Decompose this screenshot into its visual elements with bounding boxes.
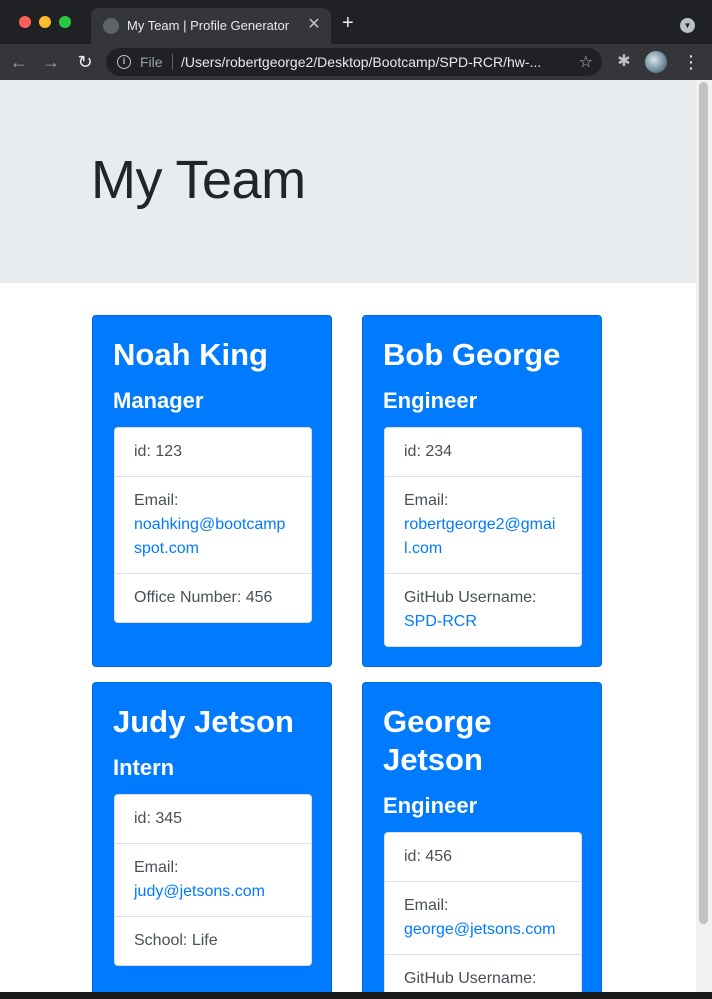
- employee-email-item: Email: george@jetsons.com: [385, 882, 581, 955]
- employee-details-list: id: 456 Email: george@jetsons.com GitHub…: [384, 832, 582, 992]
- github-label: GitHub Username:: [404, 589, 537, 606]
- email-link[interactable]: robertgeorge2@gmail.com: [404, 516, 555, 557]
- github-item: GitHub Username: SPD-RCR: [385, 574, 581, 646]
- url-text[interactable]: /Users/robertgeorge2/Desktop/Bootcamp/SP…: [181, 54, 561, 70]
- employee-role: Intern: [113, 755, 175, 780]
- page-viewport: My Team Noah King Manager id: 123 Email:…: [0, 80, 696, 992]
- employee-card: Bob George Engineer id: 234 Email: rober…: [362, 315, 602, 667]
- employee-id: id: 123: [115, 428, 311, 477]
- employee-name: George Jetson: [383, 704, 492, 777]
- browser-toolbar: ← → ↻ i File /Users/robertgeorge2/Deskto…: [0, 44, 712, 80]
- employee-id: id: 345: [115, 795, 311, 844]
- minimize-window-button[interactable]: [39, 16, 51, 28]
- email-label: Email:: [134, 492, 179, 509]
- employee-details-list: id: 345 Email: judy@jetsons.com School: …: [114, 794, 312, 966]
- page-scrollbar[interactable]: [696, 80, 712, 992]
- email-label: Email:: [404, 897, 449, 914]
- forward-button[interactable]: →: [40, 51, 62, 73]
- email-label: Email:: [134, 859, 179, 876]
- info-icon[interactable]: i: [117, 55, 131, 69]
- github-link[interactable]: SPD-RCR: [404, 613, 477, 630]
- scrollbar-thumb[interactable]: [699, 82, 708, 924]
- employee-role: Manager: [113, 388, 204, 413]
- employee-role: Engineer: [383, 388, 478, 413]
- tab-search-icon[interactable]: ▼: [680, 18, 695, 33]
- office-number: Office Number: 456: [134, 589, 273, 606]
- close-window-button[interactable]: [19, 16, 31, 28]
- employee-email-item: Email: robertgeorge2@gmail.com: [385, 477, 581, 574]
- employee-card: Judy Jetson Intern id: 345 Email: judy@j…: [92, 682, 332, 992]
- email-label: Email:: [404, 492, 449, 509]
- browser-menu-icon[interactable]: ⋮: [682, 51, 700, 73]
- new-tab-button[interactable]: +: [342, 13, 354, 33]
- profile-avatar[interactable]: [645, 51, 667, 73]
- extensions-puzzle-icon[interactable]: ✱: [614, 52, 634, 72]
- page-title: My Team: [91, 150, 306, 210]
- url-scheme: File: [140, 54, 163, 70]
- window-bottom-edge: [0, 992, 712, 999]
- employee-details-list: id: 123 Email: noahking@bootcampspot.com…: [114, 427, 312, 623]
- github-item: GitHub Username:: [385, 955, 581, 992]
- employee-card: Noah King Manager id: 123 Email: noahkin…: [92, 315, 332, 667]
- employee-id: id: 456: [385, 833, 581, 882]
- address-bar[interactable]: i File /Users/robertgeorge2/Desktop/Boot…: [106, 48, 602, 76]
- tab-title: My Team | Profile Generator: [127, 18, 290, 33]
- employee-email-item: Email: noahking@bootcampspot.com: [115, 477, 311, 574]
- employee-name: Judy Jetson: [113, 704, 294, 739]
- tab-bar: My Team | Profile Generator ✕ + ▼: [0, 0, 712, 44]
- fullscreen-window-button[interactable]: [59, 16, 71, 28]
- employee-name: Noah King: [113, 337, 268, 372]
- email-link[interactable]: noahking@bootcampspot.com: [134, 516, 285, 557]
- employee-card: George Jetson Engineer id: 456 Email: ge…: [362, 682, 602, 992]
- employee-name: Bob George: [383, 337, 561, 372]
- jumbotron-header: My Team: [0, 80, 696, 283]
- employee-id: id: 234: [385, 428, 581, 477]
- back-button[interactable]: ←: [8, 51, 30, 73]
- github-label: GitHub Username:: [404, 970, 537, 987]
- email-link[interactable]: george@jetsons.com: [404, 921, 555, 938]
- browser-tab[interactable]: My Team | Profile Generator ✕: [91, 8, 331, 44]
- employee-details-list: id: 234 Email: robertgeorge2@gmail.com G…: [384, 427, 582, 647]
- globe-icon: [103, 18, 119, 34]
- school-item: School: Life: [134, 932, 218, 949]
- email-link[interactable]: judy@jetsons.com: [134, 883, 265, 900]
- bookmark-star-icon[interactable]: ☆: [579, 52, 593, 72]
- close-tab-icon[interactable]: ✕: [305, 16, 323, 34]
- omnibox-divider: [172, 54, 173, 70]
- reload-button[interactable]: ↻: [74, 51, 96, 73]
- employee-email-item: Email: judy@jetsons.com: [115, 844, 311, 917]
- employee-role: Engineer: [383, 793, 478, 818]
